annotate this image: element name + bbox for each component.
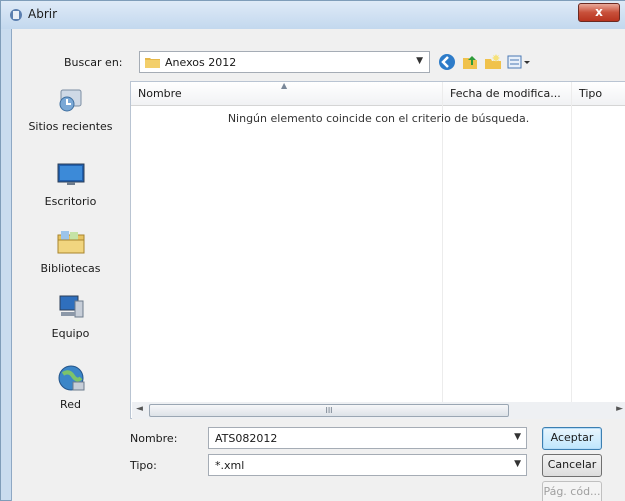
recent-places-icon: [59, 89, 81, 112]
empty-list-message: Ningún elemento coincide con el criterio…: [227, 112, 530, 125]
libraries-icon: [57, 231, 84, 254]
place-computer[interactable]: Equipo: [12, 291, 129, 340]
filetype-label: Tipo:: [130, 459, 157, 472]
horizontal-scrollbar[interactable]: ◄ III ►: [132, 402, 625, 419]
place-libraries[interactable]: Bibliotecas: [12, 226, 129, 275]
file-list[interactable]: Nombre ▲ Fecha de modifica... Tipo Ningú…: [130, 81, 625, 419]
chevron-down-icon[interactable]: ▼: [514, 432, 521, 442]
column-divider: [442, 82, 443, 418]
filetype-dropdown[interactable]: *.xml ▼: [208, 454, 527, 476]
place-label: Equipo: [51, 327, 90, 340]
lookin-label: Buscar en:: [64, 56, 123, 69]
dialog-client-area: Buscar en: Anexos 2012 ▼ Sitios reciente…: [11, 29, 625, 501]
title-bar[interactable]: Abrir x: [1, 1, 625, 29]
close-button[interactable]: x: [578, 3, 620, 22]
window-title: Abrir: [28, 7, 58, 21]
lookin-value: Anexos 2012: [165, 56, 237, 69]
filename-field[interactable]: ATS082012 ▼: [208, 427, 527, 449]
chevron-down-icon[interactable]: ▼: [514, 459, 521, 469]
place-desktop[interactable]: Escritorio: [12, 159, 129, 208]
computer-icon: [59, 295, 83, 318]
codepage-button[interactable]: Pág. cód...: [542, 481, 602, 501]
network-icon: [58, 365, 84, 391]
scroll-thumb[interactable]: III: [149, 404, 509, 417]
place-network[interactable]: Red: [12, 362, 129, 411]
place-label: Sitios recientes: [28, 120, 113, 133]
column-divider: [571, 82, 572, 418]
scroll-right-icon[interactable]: ►: [616, 404, 623, 414]
place-label: Bibliotecas: [40, 262, 101, 275]
column-header-row: Nombre ▲ Fecha de modifica... Tipo: [131, 81, 625, 106]
column-header-name[interactable]: Nombre: [138, 87, 182, 100]
filetype-value: *.xml: [215, 459, 245, 472]
view-menu-icon[interactable]: [506, 52, 532, 72]
desktop-icon: [57, 163, 84, 185]
places-bar: Sitios recientes Escritorio Bibliotecas: [12, 79, 129, 459]
place-label: Red: [60, 398, 81, 411]
accept-button[interactable]: Aceptar: [542, 427, 602, 450]
column-header-type[interactable]: Tipo: [579, 87, 602, 100]
chevron-down-icon[interactable]: ▼: [416, 56, 423, 66]
scroll-left-icon[interactable]: ◄: [136, 404, 143, 414]
new-folder-icon[interactable]: [483, 52, 503, 72]
filename-label: Nombre:: [130, 432, 178, 445]
folder-icon: [145, 58, 160, 68]
place-label: Escritorio: [44, 195, 97, 208]
up-folder-icon[interactable]: [460, 52, 480, 72]
lookin-dropdown[interactable]: Anexos 2012 ▼: [139, 51, 430, 73]
filename-value: ATS082012: [215, 432, 278, 445]
cancel-button[interactable]: Cancelar: [542, 454, 602, 477]
place-recent-places[interactable]: Sitios recientes: [12, 84, 129, 133]
open-dialog-window: Abrir x Buscar en: Anexos 2012 ▼ Sitios …: [0, 0, 625, 501]
app-icon: [10, 9, 22, 21]
column-header-date[interactable]: Fecha de modifica...: [450, 87, 561, 100]
back-icon[interactable]: [437, 52, 457, 72]
sort-indicator-icon: ▲: [281, 81, 288, 90]
